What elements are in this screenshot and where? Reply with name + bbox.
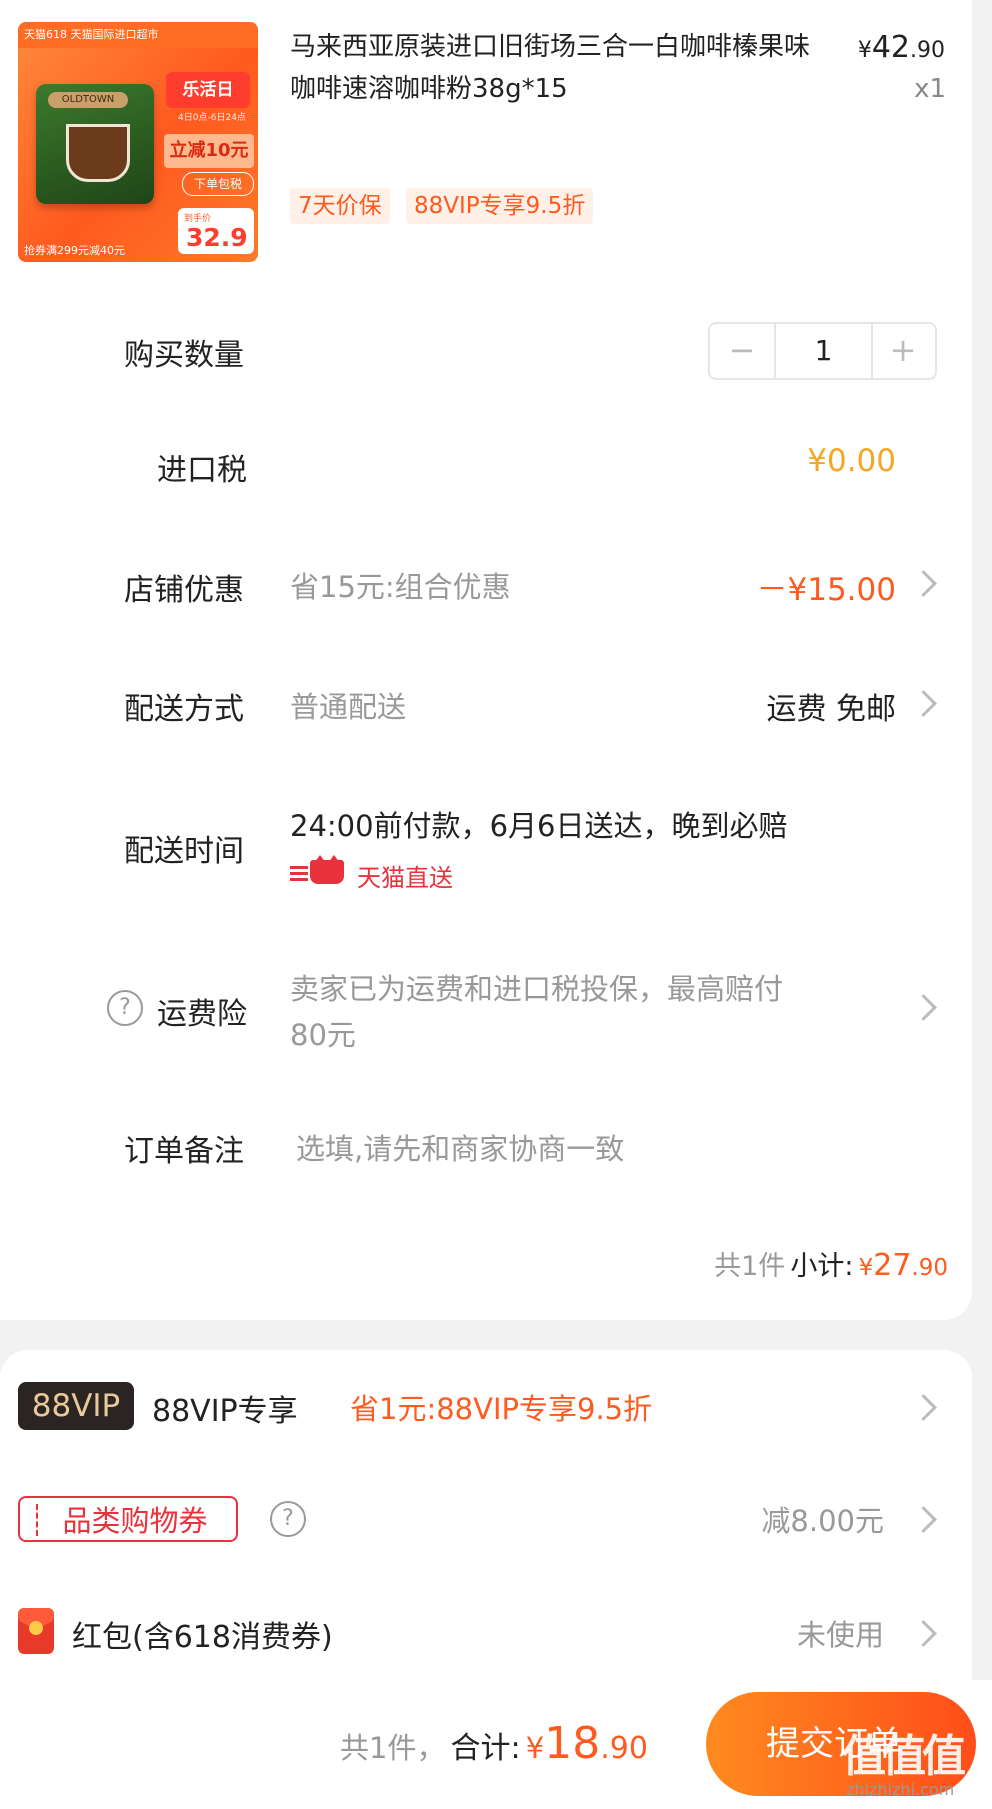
order-note-input[interactable]: 选填,请先和商家协商一致 (296, 1126, 624, 1168)
red-packet-value: 未使用 (796, 1618, 884, 1652)
watermark: 值值值 (842, 1731, 966, 1782)
coupon-notch (36, 1504, 38, 1536)
subtotal-count: 共1件 (714, 1251, 786, 1282)
total-label: 合计: (450, 1731, 521, 1766)
total-decimal: .90 (600, 1731, 648, 1766)
quantity-label: 购买数量 (124, 338, 244, 373)
tmall-direct-badge: 天猫直送 (357, 864, 453, 892)
shipping-insurance-desc-1: 卖家已为运费和进口税投保，最高赔付 (290, 972, 784, 1006)
delivery-time-desc: 24:00前付款，6月6日送达，晚到必赔 (290, 809, 788, 843)
category-coupon-value: 减8.00元 (761, 1504, 884, 1538)
vip-label: 88VIP专享 (152, 1394, 298, 1429)
final-price-box: 到手价 32.9 (178, 208, 254, 254)
delivery-method-desc: 普通配送 (290, 690, 407, 724)
delivery-time-label: 配送时间 (124, 834, 244, 869)
product-title[interactable]: 马来西亚原装进口旧街场三合一白咖啡榛果味咖啡速溶咖啡粉38g*15 (290, 26, 810, 110)
question-mark-icon[interactable]: ? (270, 1501, 306, 1537)
shop-discount-value: －¥15.00 (756, 572, 896, 608)
product-price: ¥42.90 (820, 30, 945, 65)
total-count: 共1件， (340, 1731, 446, 1765)
watermark-site: zhizhizhi.com (846, 1780, 955, 1799)
promo-date: 4日0点-6日24点 (178, 113, 246, 123)
red-packet-label: 红包(含618消费券) (72, 1620, 333, 1655)
question-mark-icon[interactable]: ? (107, 990, 143, 1026)
shop-discount-desc: 省15元:组合优惠 (290, 570, 511, 604)
promo-badge: 乐活日 (166, 72, 250, 108)
subtotal-symbol: ¥ (858, 1255, 874, 1281)
subtotal: 共1件 小计: ¥27.90 (660, 1244, 948, 1283)
total-integer: 18 (544, 1718, 601, 1769)
tmall-cat-icon (290, 855, 352, 884)
quantity-stepper: − 1 + (708, 322, 937, 380)
product-image[interactable]: 天猫618 天猫国际进口超市 OLDTOWN 乐活日 4日0点-6日24点 立减… (18, 22, 258, 262)
shipping-fee-value: 运费 免邮 (766, 692, 896, 727)
import-tax-label: 进口税 (157, 453, 247, 488)
shipping-insurance-desc-2: 80元 (290, 1018, 356, 1052)
coffee-bag-illustration: OLDTOWN (36, 84, 154, 204)
order-note-label: 订单备注 (124, 1134, 244, 1169)
coupon-banner: 抢券满299元减40元 (24, 244, 125, 257)
vip-discount-tag: 88VIP专享9.5折 (406, 188, 594, 224)
increase-button[interactable]: + (871, 324, 935, 378)
final-price-value: 32.9 (186, 223, 248, 252)
order-total: 共1件， 合计: ¥18.90 (340, 1718, 648, 1769)
quantity-input[interactable]: 1 (774, 324, 873, 378)
tax-included-badge: 下单包税 (182, 172, 254, 196)
price-integer: 42 (871, 30, 910, 65)
item-quantity: x1 (914, 74, 946, 104)
import-tax-value: ¥0.00 (807, 443, 896, 479)
vip-badge: 88VIP (18, 1382, 134, 1430)
subtotal-decimal: .90 (911, 1255, 948, 1281)
subtotal-integer: 27 (873, 1248, 912, 1283)
category-coupon-badge: 品类购物券 (18, 1496, 238, 1542)
price-protect-tag: 7天价保 (290, 188, 390, 224)
subtotal-label: 小计: (790, 1251, 854, 1282)
vip-value: 省1元:88VIP专享9.5折 (350, 1392, 653, 1426)
shop-discount-label: 店铺优惠 (124, 573, 244, 608)
coffee-cup-icon (66, 124, 130, 182)
category-coupon-label: 品类购物券 (62, 1504, 208, 1538)
image-top-strip: 天猫618 天猫国际进口超市 (18, 22, 258, 48)
price-symbol: ¥ (857, 38, 872, 63)
discount-badge: 立减10元 (164, 134, 254, 168)
bag-brand: OLDTOWN (48, 92, 128, 108)
total-symbol: ¥ (525, 1731, 545, 1765)
decrease-button[interactable]: − (710, 324, 774, 378)
red-packet-icon (18, 1608, 54, 1654)
delivery-method-label: 配送方式 (124, 692, 244, 727)
shipping-insurance-label: 运费险 (157, 997, 247, 1032)
price-decimal: .90 (910, 38, 945, 63)
